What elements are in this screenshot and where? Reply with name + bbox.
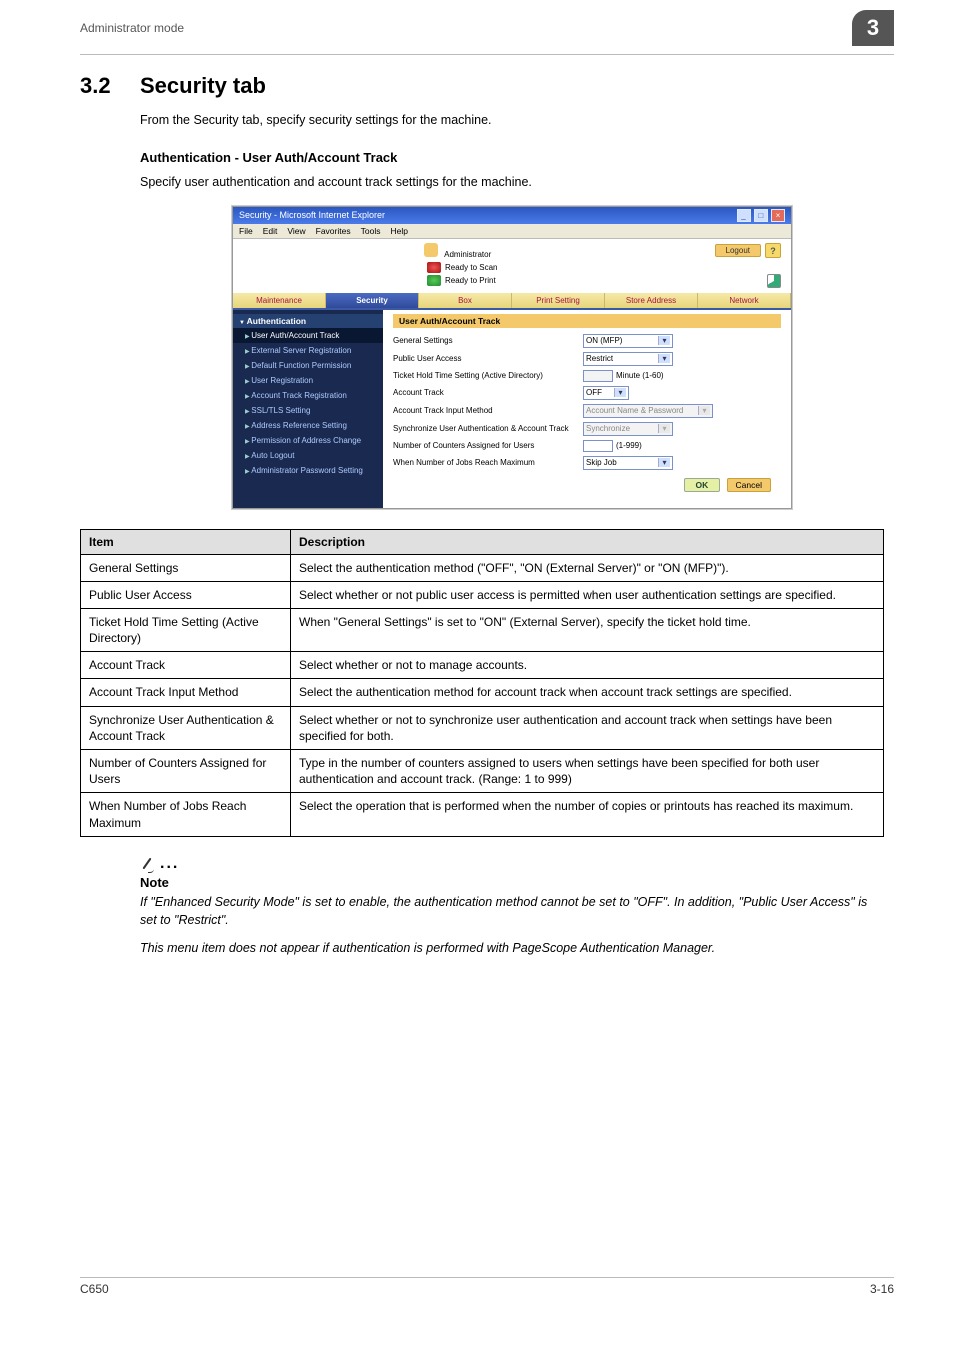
printer-status-icon [427,275,441,286]
table-row: Account Track Input MethodSelect the aut… [81,679,884,706]
label-max-jobs: When Number of Jobs Reach Maximum [393,458,583,467]
nav-address-reference-setting[interactable]: Address Reference Setting [233,418,383,433]
intro-paragraph: From the Security tab, specify security … [140,111,884,130]
select-account-track[interactable]: OFF [583,386,629,400]
menubar: File Edit View Favorites Tools Help [233,224,791,239]
label-general-settings: General Settings [393,336,583,345]
select-account-track-input-method[interactable]: Account Name & Password [583,404,713,418]
tab-box[interactable]: Box [419,293,512,308]
scanner-status-icon [427,262,441,273]
admin-label: Administrator [444,250,491,259]
menu-file[interactable]: File [239,226,253,236]
table-row: Synchronize User Authentication & Accoun… [81,706,884,749]
input-ticket-hold-time[interactable] [583,370,613,382]
table-row: Ticket Hold Time Setting (Active Directo… [81,608,884,651]
label-ticket-hold-time: Ticket Hold Time Setting (Active Directo… [393,371,583,380]
select-synchronize[interactable]: Synchronize [583,422,673,436]
menu-favorites[interactable]: Favorites [316,226,351,236]
nav-ssl-tls-setting[interactable]: SSL/TLS Setting [233,403,383,418]
refresh-icon[interactable] [767,274,781,288]
table-row: When Number of Jobs Reach MaximumSelect … [81,793,884,836]
help-button[interactable]: ? [765,243,781,258]
maximize-icon[interactable]: □ [754,209,768,222]
menu-tools[interactable]: Tools [361,226,381,236]
nav-external-server-registration[interactable]: External Server Registration [233,343,383,358]
nav-account-track-registration[interactable]: Account Track Registration [233,388,383,403]
logout-button[interactable]: Logout [715,244,761,257]
note-icon [140,857,156,873]
footer-model: C650 [80,1282,109,1296]
tab-maintenance[interactable]: Maintenance [233,293,326,308]
footer-page-number: 3-16 [870,1282,894,1296]
panel-title: User Auth/Account Track [393,314,781,328]
th-item: Item [81,529,291,554]
nav-default-function-permission[interactable]: Default Function Permission [233,358,383,373]
menu-help[interactable]: Help [390,226,407,236]
nav-header-authentication[interactable]: Authentication [233,314,383,328]
section-title: Security tab [140,73,266,99]
ok-button[interactable]: OK [684,478,721,492]
screenshot-window: Security - Microsoft Internet Explorer _… [232,206,792,509]
label-public-user-access: Public User Access [393,354,583,363]
label-account-track: Account Track [393,388,583,397]
select-general-settings[interactable]: ON (MFP) [583,334,673,348]
description-table: Item Description General SettingsSelect … [80,529,884,837]
sub-intro: Specify user authentication and account … [140,173,884,192]
chapter-badge: 3 [852,10,894,46]
label-account-track-input-method: Account Track Input Method [393,406,583,415]
th-description: Description [291,529,884,554]
note-paragraph-1: If "Enhanced Security Mode" is set to en… [140,893,884,929]
admin-icon [424,243,438,257]
table-row: General SettingsSelect the authenticatio… [81,554,884,581]
note-label: Note [140,875,884,890]
tab-security[interactable]: Security [326,293,419,308]
suffix-ticket-hold-time: Minute (1-60) [616,371,664,380]
note-paragraph-2: This menu item does not appear if authen… [140,939,884,957]
close-icon[interactable]: × [771,209,785,222]
suffix-number-counters: (1-999) [616,441,642,450]
side-nav: Authentication User Auth/Account Track E… [233,310,383,508]
nav-permission-address-change[interactable]: Permission of Address Change [233,433,383,448]
menu-view[interactable]: View [287,226,305,236]
table-row: Public User AccessSelect whether or not … [81,581,884,608]
menu-edit[interactable]: Edit [263,226,278,236]
subheading: Authentication - User Auth/Account Track [140,150,884,165]
minimize-icon[interactable]: _ [737,209,751,222]
table-row: Account TrackSelect whether or not to ma… [81,652,884,679]
nav-auto-logout[interactable]: Auto Logout [233,448,383,463]
label-number-counters: Number of Counters Assigned for Users [393,441,583,450]
cancel-button[interactable]: Cancel [727,478,771,492]
running-head: Administrator mode [80,21,852,35]
window-title: Security - Microsoft Internet Explorer [239,210,385,220]
nav-administrator-password-setting[interactable]: Administrator Password Setting [233,463,383,478]
section-number: 3.2 [80,73,140,99]
tab-network[interactable]: Network [698,293,791,308]
nav-user-registration[interactable]: User Registration [233,373,383,388]
tab-print-setting[interactable]: Print Setting [512,293,605,308]
note-dots-icon: ... [160,855,179,873]
label-synchronize: Synchronize User Authentication & Accoun… [393,424,583,433]
printer-status-text: Ready to Print [445,276,496,285]
select-public-user-access[interactable]: Restrict [583,352,673,366]
scanner-status-text: Ready to Scan [445,263,497,272]
select-max-jobs[interactable]: Skip Job [583,456,673,470]
table-row: Number of Counters Assigned for UsersTyp… [81,750,884,793]
nav-user-auth-account-track[interactable]: User Auth/Account Track [233,328,383,343]
tab-store-address[interactable]: Store Address [605,293,698,308]
input-number-counters[interactable] [583,440,613,452]
